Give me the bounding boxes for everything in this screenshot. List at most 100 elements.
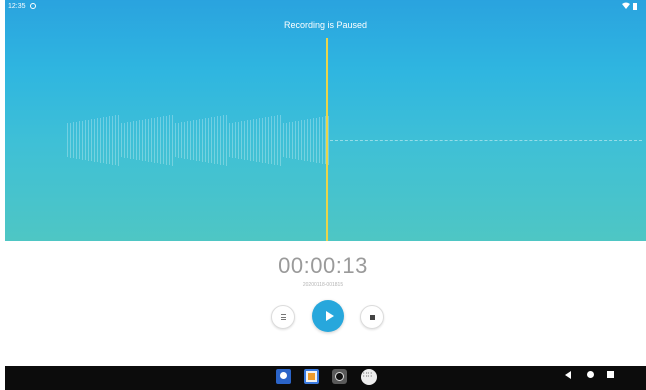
back-icon[interactable] <box>565 371 571 379</box>
waveform-bar <box>271 116 273 164</box>
waveform-bar <box>202 118 204 162</box>
waveform-bar <box>313 118 315 162</box>
waveform-bar <box>244 120 246 160</box>
gallery-app-icon[interactable] <box>304 369 319 384</box>
waveform-bar <box>124 122 126 158</box>
waveform-bar <box>115 115 117 165</box>
playhead[interactable] <box>326 38 328 241</box>
contacts-app-icon[interactable] <box>276 369 291 384</box>
waveform-bar <box>217 116 219 164</box>
waveform-bar <box>94 118 96 162</box>
recording-filename: 20200118-001815 <box>302 282 344 288</box>
waveform-bar <box>250 119 252 161</box>
waveform-bar <box>88 119 90 161</box>
status-time: 12:35 <box>8 3 26 10</box>
waveform-panel: Recording is Paused <box>5 0 646 241</box>
waveform-bar <box>178 122 180 158</box>
waveform-bar <box>199 119 201 161</box>
waveform-bar <box>223 115 225 165</box>
waveform-bar <box>133 121 135 159</box>
waveform-bar <box>82 120 84 160</box>
waveform-bar <box>79 121 81 159</box>
waveform-bar <box>97 118 99 162</box>
waveform-bar <box>136 120 138 160</box>
waveform-bar <box>322 116 324 164</box>
waveform-bar <box>151 118 153 162</box>
waveform-bar <box>160 116 162 164</box>
stop-icon <box>369 314 375 320</box>
list-icon <box>280 314 286 320</box>
waveform-bar <box>256 118 258 162</box>
waveform-bar <box>187 121 189 159</box>
waveform-bar <box>169 115 171 165</box>
wifi-icon <box>622 2 630 9</box>
waveform-bar <box>175 123 177 157</box>
waveform-bar <box>130 121 132 159</box>
recording-status-title: Recording is Paused <box>283 20 368 30</box>
waveform-bar <box>277 115 279 165</box>
navigation-bar <box>5 366 646 390</box>
home-icon[interactable] <box>587 371 594 378</box>
waveform-bar <box>286 122 288 158</box>
waveform-bar <box>139 120 141 160</box>
waveform-bar <box>172 114 174 166</box>
waveform-bar <box>193 120 195 160</box>
waveform-bar <box>232 122 234 158</box>
waveform-baseline <box>330 140 642 141</box>
app-drawer-icon[interactable] <box>361 369 377 385</box>
waveform-bar <box>268 116 270 164</box>
waveform-bar <box>163 116 165 164</box>
play-icon <box>325 311 334 321</box>
waveform-bar <box>319 117 321 163</box>
recents-icon[interactable] <box>607 371 614 378</box>
waveform-bar <box>238 121 240 159</box>
waveform-bar <box>259 118 261 162</box>
waveform-bar <box>307 119 309 161</box>
waveform-bar <box>211 117 213 163</box>
waveform-bar <box>70 122 72 158</box>
camera-app-icon[interactable] <box>332 369 347 384</box>
waveform-bar <box>241 121 243 159</box>
waveform-bar <box>166 115 168 165</box>
waveform-bar <box>226 114 228 166</box>
waveform-bar <box>262 117 264 163</box>
waveform-bar <box>196 119 198 161</box>
waveform-bar <box>265 117 267 163</box>
waveform <box>67 114 331 166</box>
waveform-bar <box>157 117 159 163</box>
waveform-bar <box>310 118 312 162</box>
waveform-bar <box>301 120 303 160</box>
waveform-bar <box>73 122 75 158</box>
waveform-bar <box>298 120 300 160</box>
recordings-list-button[interactable] <box>271 305 295 329</box>
play-button[interactable] <box>312 300 344 332</box>
waveform-bar <box>148 118 150 162</box>
waveform-bar <box>220 115 222 165</box>
elapsed-timer: 00:00:13 <box>278 253 368 278</box>
waveform-bar <box>121 123 123 157</box>
waveform-bar <box>229 123 231 157</box>
waveform-bar <box>184 121 186 159</box>
waveform-bar <box>274 115 276 165</box>
battery-icon <box>633 3 637 10</box>
waveform-bar <box>235 122 237 158</box>
waveform-bar <box>103 117 105 163</box>
waveform-bar <box>181 122 183 158</box>
status-bar: 12:35 <box>0 0 646 14</box>
waveform-bar <box>127 122 129 158</box>
waveform-bar <box>118 114 120 166</box>
waveform-bar <box>316 117 318 163</box>
waveform-bar <box>106 116 108 164</box>
waveform-bar <box>76 121 78 159</box>
waveform-bar <box>190 120 192 160</box>
waveform-bar <box>205 118 207 162</box>
waveform-bar <box>280 114 282 166</box>
waveform-bar <box>295 121 297 159</box>
waveform-bar <box>109 116 111 164</box>
waveform-bar <box>208 117 210 163</box>
stop-button[interactable] <box>360 305 384 329</box>
waveform-bar <box>85 120 87 160</box>
waveform-bar <box>253 119 255 161</box>
waveform-bar <box>91 119 93 161</box>
waveform-bar <box>283 123 285 157</box>
